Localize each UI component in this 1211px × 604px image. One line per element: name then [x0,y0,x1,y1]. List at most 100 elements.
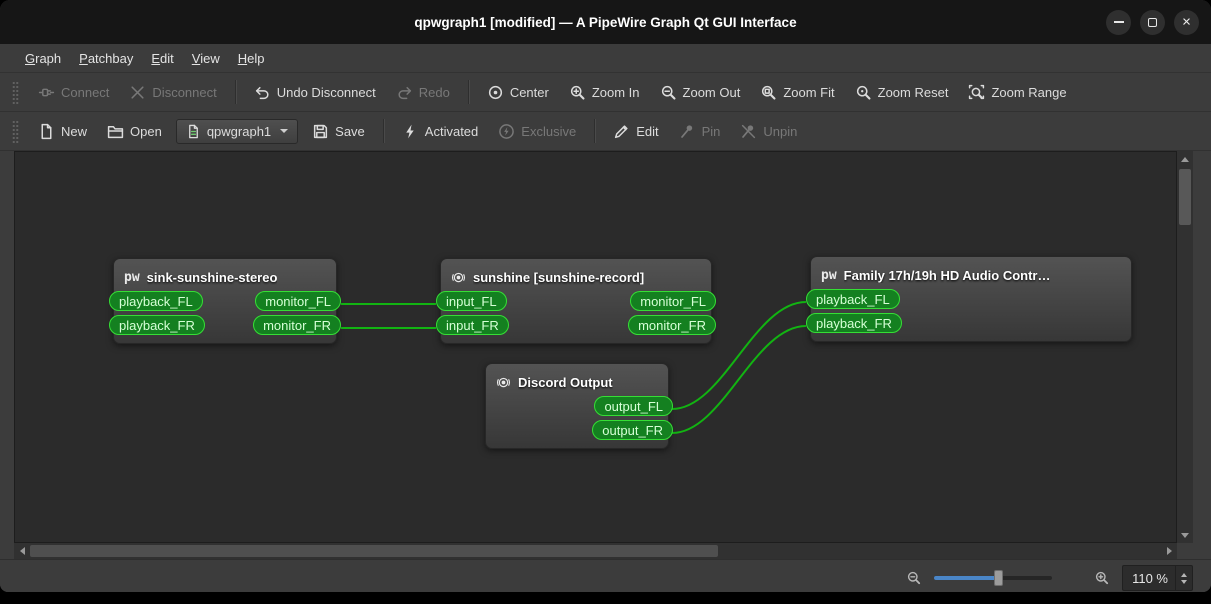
menu-graph-label: Graph [25,50,62,66]
node-family-hd-audio[interactable]: pw Family 17h/19h HD Audio Contr… playba… [806,256,1132,342]
zoom-in-button[interactable]: Zoom In [560,79,649,106]
toolbar-separator [234,80,236,104]
node-sunshine-record[interactable]: sunshine [sunshine-record] input_FL inpu… [436,258,716,344]
connect-label: Connect [61,84,110,100]
graph-canvas[interactable]: pw sink-sunshine-stereo playback_FL play… [14,151,1177,543]
disconnect-label: Disconnect [152,84,217,100]
connections-layer [340,301,807,434]
record-icon [451,270,466,285]
exclusive-button[interactable]: Exclusive [489,118,585,145]
zoom-in-icon[interactable] [1094,570,1110,586]
node-title: sunshine [sunshine-record] [473,269,645,285]
zoom-range-button[interactable]: Zoom Range [959,79,1075,106]
new-file-icon [38,123,55,140]
scroll-right-arrow[interactable] [1161,543,1177,559]
vertical-scrollbar[interactable] [1177,151,1193,543]
patchbay-toolbar: New Open qpwgraph1 Save Activated Exclus… [0,112,1211,151]
input-ports: playback_FL playback_FR [109,291,205,335]
node-ports: output_FL output_FR [486,396,673,448]
patchbay-select-label: qpwgraph1 [206,123,272,139]
disconnect-button[interactable]: Disconnect [120,79,225,106]
window-title: qpwgraph1 [modified] — A PipeWire Graph … [414,14,797,30]
open-button[interactable]: Open [98,118,171,145]
close-button[interactable]: × [1174,9,1199,35]
toolbar-grip[interactable] [12,80,19,104]
node-header: Discord Output [486,364,668,396]
pin-icon [679,123,696,140]
save-button[interactable]: Save [303,118,374,145]
connect-button[interactable]: Connect [29,79,118,106]
pipewire-icon: pw [124,269,140,285]
menu-graph[interactable]: Graph [16,44,70,72]
statusbar: 110 % [0,559,1211,592]
menu-patchbay[interactable]: Patchbay [70,44,142,72]
audio-output-port[interactable]: monitor_FL [255,291,341,311]
scroll-left-arrow[interactable] [14,543,30,559]
zoom-out-label: Zoom Out [682,84,741,100]
zoom-range-icon [968,84,985,101]
menu-help[interactable]: Help [229,44,274,72]
audio-input-port[interactable]: playback_FL [806,289,900,309]
audio-output-port[interactable]: monitor_FR [628,315,716,335]
node-ports: playback_FL playback_FR monitor_FL monit… [109,291,341,343]
menu-view[interactable]: View [183,44,229,72]
activated-button[interactable]: Activated [393,118,487,145]
pencil-icon [613,123,630,140]
audio-output-port[interactable]: monitor_FR [253,315,341,335]
vertical-scroll-thumb[interactable] [1179,169,1191,225]
screen: qpwgraph1 [modified] — A PipeWire Graph … [0,0,1211,604]
redo-button[interactable]: Redo [387,79,459,106]
zoom-reset-icon [855,84,872,101]
scroll-down-arrow[interactable] [1177,527,1193,543]
horizontal-scrollbar[interactable] [14,543,1177,559]
menu-view-label: View [191,50,220,66]
menu-edit[interactable]: Edit [142,44,182,72]
zoom-out-icon[interactable] [906,570,922,586]
unpin-button[interactable]: Unpin [731,118,806,145]
graph-toolbar: Connect Disconnect Undo Disconnect Redo … [0,73,1211,112]
audio-output-port[interactable]: monitor_FL [630,291,716,311]
node-ports: playback_FL playback_FR [806,289,1131,341]
node-discord-output[interactable]: Discord Output output_FL output_FR [485,363,673,449]
titlebar[interactable]: qpwgraph1 [modified] — A PipeWire Graph … [0,0,1211,44]
node-header: pw sink-sunshine-stereo [114,259,336,291]
unpin-icon [740,123,757,140]
new-button[interactable]: New [29,118,96,145]
edit-label: Edit [636,123,659,139]
audio-input-port[interactable]: input_FL [436,291,507,311]
connect-icon [38,84,55,101]
audio-input-port[interactable]: input_FR [436,315,509,335]
scroll-up-arrow[interactable] [1177,151,1193,167]
menu-edit-label: Edit [151,50,174,66]
zoom-value: 110 % [1132,570,1168,586]
edit-button[interactable]: Edit [604,118,667,145]
maximize-button[interactable] [1140,9,1165,35]
node-title: sink-sunshine-stereo [146,269,278,285]
center-button[interactable]: Center [478,79,558,106]
spin-down-icon[interactable] [1181,579,1187,584]
zoom-out-button[interactable]: Zoom Out [651,79,750,106]
input-ports: input_FL input_FR [436,291,509,335]
zoom-reset-button[interactable]: Zoom Reset [846,79,958,106]
audio-input-port[interactable]: playback_FL [109,291,203,311]
spin-up-icon[interactable] [1181,572,1187,577]
toolbar-grip[interactable] [12,119,19,143]
node-sink-sunshine-stereo[interactable]: pw sink-sunshine-stereo playback_FL play… [109,258,341,344]
pin-button[interactable]: Pin [670,118,730,145]
zoom-slider-handle[interactable] [993,570,1003,586]
audio-input-port[interactable]: playback_FR [806,313,902,333]
zoom-fit-button[interactable]: Zoom Fit [751,79,843,106]
audio-input-port[interactable]: playback_FR [109,315,205,335]
save-label: Save [335,123,365,139]
audio-output-port[interactable]: output_FL [594,396,673,416]
zoom-slider[interactable] [934,569,1053,587]
minimize-button[interactable] [1106,9,1131,35]
horizontal-scroll-thumb[interactable] [30,545,718,557]
zoom-spinbox[interactable]: 110 % [1122,565,1193,591]
patchbay-select-dropdown[interactable]: qpwgraph1 [175,118,299,144]
audio-output-port[interactable]: output_FR [592,420,673,440]
node-title: Family 17h/19h HD Audio Contr… [843,267,1051,283]
center-icon [487,84,504,101]
pin-label: Pin [701,123,721,139]
undo-disconnect-button[interactable]: Undo Disconnect [245,79,385,106]
